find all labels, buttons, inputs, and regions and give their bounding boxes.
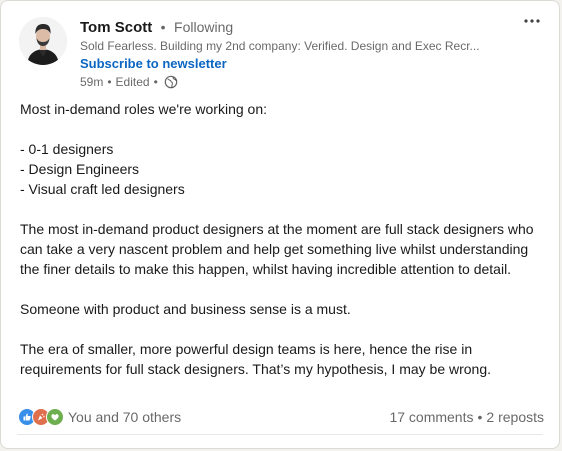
engagement-counts: 17 comments • 2 reposts	[389, 409, 544, 425]
name-separator: •	[160, 19, 166, 35]
reaction-icons[interactable]	[18, 408, 64, 426]
ellipsis-icon	[524, 19, 540, 23]
more-options-button[interactable]	[519, 11, 545, 31]
post-intro: Most in-demand roles we're working on:	[20, 101, 268, 117]
edited-label: Edited	[115, 75, 150, 89]
follow-status[interactable]: Following	[174, 19, 233, 35]
globe-icon	[164, 75, 178, 89]
count-separator: •	[477, 409, 483, 425]
subscribe-newsletter-link[interactable]: Subscribe to newsletter	[80, 56, 227, 71]
meta-separator: •	[153, 75, 158, 89]
feed-post: Tom Scott • Following Sold Fearless. Bui…	[0, 0, 560, 449]
post-time[interactable]: 59m	[80, 75, 103, 89]
post-meta: 59m • Edited •	[80, 75, 178, 89]
social-counts: You and 70 others 17 comments • 2 repost…	[18, 407, 544, 427]
role-item: - Visual craft led designers	[20, 181, 185, 197]
support-icon	[46, 408, 64, 426]
divider	[17, 434, 543, 435]
author-avatar[interactable]	[19, 17, 67, 65]
author-headline: Sold Fearless. Building my 2nd company: …	[80, 39, 480, 53]
role-item: - Design Engineers	[20, 161, 140, 177]
reactions-count[interactable]: You and 70 others	[68, 409, 181, 425]
role-item: - 0-1 designers	[20, 141, 114, 157]
post-paragraph: Someone with product and business sense …	[20, 301, 351, 317]
comments-count[interactable]: 17 comments	[389, 409, 473, 425]
meta-separator: •	[107, 75, 112, 89]
post-paragraph: The era of smaller, more powerful design…	[20, 341, 492, 377]
author-line: Tom Scott • Following	[80, 19, 233, 37]
author-photo	[19, 17, 67, 65]
author-name[interactable]: Tom Scott	[80, 19, 152, 36]
post-paragraph: The most in-demand product designers at …	[20, 221, 534, 277]
reposts-count[interactable]: 2 reposts	[486, 409, 544, 425]
post-body: Most in-demand roles we're working on: -…	[20, 99, 550, 379]
